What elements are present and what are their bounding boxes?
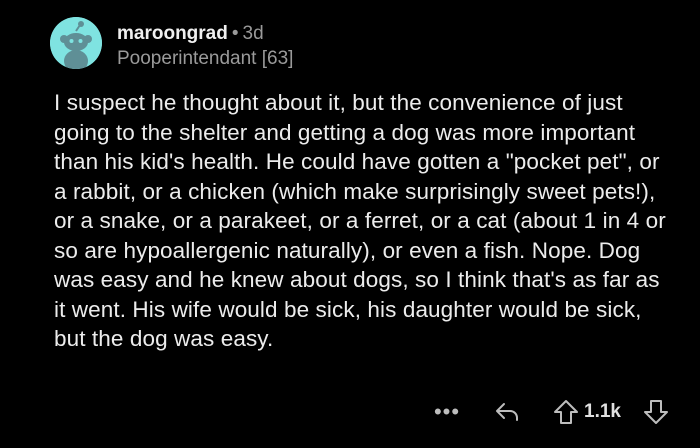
comment-meta: maroongrad • 3d Pooperintendant [63] [117,22,293,71]
vote-count: 1.1k [584,401,621,422]
upvote-icon [554,400,578,424]
reply-icon [496,403,518,421]
comment-age: 3d [242,23,264,44]
comment-body: I suspect he thought about it, but the c… [54,90,666,351]
user-flair: Pooperintendant [63] [117,48,294,69]
username[interactable]: maroongrad [117,23,228,44]
upvote-button[interactable] [552,397,580,427]
comment: maroongrad • 3d Pooperintendant [63] I sus… [0,0,700,448]
downvote-button[interactable] [642,397,670,427]
reply-button[interactable] [492,398,522,426]
snoo-avatar-icon [50,17,102,69]
comment-actions: ••• 1.1k [0,396,700,428]
separator-dot: • [231,23,239,44]
downvote-icon [644,400,668,424]
more-options-button[interactable]: ••• [432,398,462,426]
comment-header: maroongrad • 3d [117,22,293,46]
avatar[interactable] [50,17,102,69]
more-icon: ••• [433,399,461,424]
